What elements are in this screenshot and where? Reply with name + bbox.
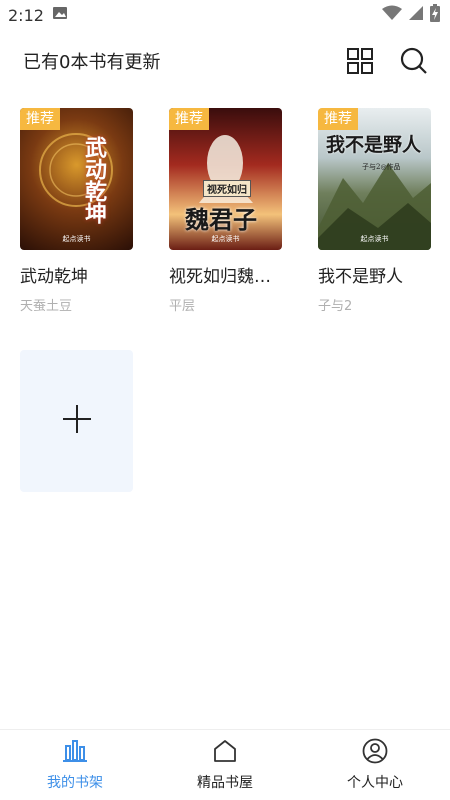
search-icon[interactable]	[398, 45, 430, 77]
add-book-button[interactable]	[20, 350, 133, 492]
nav-label: 我的书架	[47, 775, 103, 791]
cover-title: 我不是野人	[326, 134, 422, 156]
home-icon	[212, 738, 238, 768]
book-item[interactable]: 推荐 武动乾坤 起点读书 武动乾坤 天蚕土豆	[20, 108, 133, 314]
status-bar: 2:12	[0, 0, 450, 30]
cover-title: 魏君子	[185, 205, 257, 234]
battery-icon	[430, 4, 440, 26]
book-author: 子与2	[318, 299, 353, 314]
cover-publisher: 起点读书	[360, 235, 389, 243]
book-item[interactable]: 推荐 视死如归 魏君子 起点读书 视死如归魏君子 平层	[169, 108, 282, 314]
bookshelf-grid: 推荐 武动乾坤 起点读书 武动乾坤 天蚕土豆 推荐 视死如归 魏君子 起点读书 …	[20, 108, 432, 492]
book-title: 武动乾坤	[20, 267, 88, 287]
cover-title: 武动乾坤	[81, 136, 107, 224]
book-cover[interactable]: 推荐 我不是野人 子与2◎作品 起点读书	[318, 108, 431, 250]
cover-subtitle: 视死如归	[203, 180, 251, 197]
wifi-icon	[382, 5, 402, 25]
image-notification-icon	[52, 5, 68, 25]
book-item[interactable]: 推荐 我不是野人 子与2◎作品 起点读书 我不是野人 子与2	[318, 108, 431, 314]
book-cover[interactable]: 推荐 视死如归 魏君子 起点读书	[169, 108, 282, 250]
nav-profile[interactable]: 个人中心	[310, 738, 440, 792]
cover-publisher: 起点读书	[211, 235, 240, 243]
book-author: 平层	[169, 299, 196, 314]
bookshelf-icon	[62, 738, 88, 768]
cover-publisher: 起点读书	[62, 235, 91, 243]
update-count-title: 已有0本书有更新	[23, 52, 161, 73]
header: 已有0本书有更新	[0, 38, 450, 84]
bottom-navigation: 我的书架 精品书屋 个人中心	[0, 729, 450, 800]
signal-icon	[408, 5, 424, 25]
book-cover[interactable]: 推荐 武动乾坤 起点读书	[20, 108, 133, 250]
plus-icon	[62, 404, 92, 438]
book-title: 我不是野人	[318, 267, 403, 287]
nav-bookstore[interactable]: 精品书屋	[160, 738, 290, 792]
grid-view-icon[interactable]	[344, 45, 376, 77]
user-icon	[362, 738, 388, 768]
nav-label: 个人中心	[347, 775, 403, 791]
book-title: 视死如归魏君子	[169, 267, 282, 287]
status-time: 2:12	[8, 5, 44, 25]
cover-subtitle: 子与2◎作品	[362, 163, 401, 171]
book-author: 天蚕土豆	[20, 299, 73, 314]
nav-bookshelf[interactable]: 我的书架	[10, 738, 140, 792]
nav-label: 精品书屋	[197, 775, 253, 791]
